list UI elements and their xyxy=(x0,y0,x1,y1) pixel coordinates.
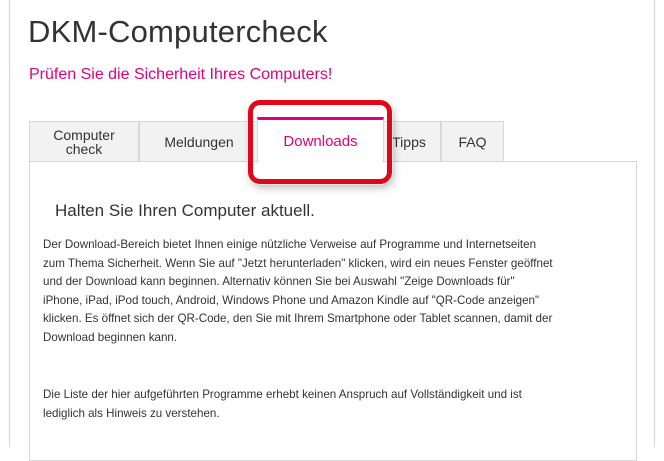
downloads-content: Halten Sie Ihren Computer aktuell. Der D… xyxy=(29,161,637,461)
tab-faq[interactable]: FAQ xyxy=(441,121,504,161)
page-title: DKM-Computercheck xyxy=(28,14,328,49)
tab-tipps[interactable]: Tipps xyxy=(377,121,441,161)
paragraph-line: lediglich als Hinweis zu verstehen. xyxy=(43,406,220,420)
paragraph-line: klicken. Es öffnet sich der QR-Code, den… xyxy=(43,312,553,326)
tab-meldungen[interactable]: Meldungen xyxy=(139,121,259,161)
disclaimer-paragraph: Die Liste der hier aufgeführten Programm… xyxy=(43,386,643,423)
app-panel: DKM-Computercheck Prüfen Sie die Sicherh… xyxy=(9,0,655,461)
content-heading: Halten Sie Ihren Computer aktuell. xyxy=(55,201,315,220)
tab-computer-check[interactable]: Computer check xyxy=(29,121,139,161)
paragraph-line: Download beginnen kann. xyxy=(43,330,178,344)
paragraph-line: Die Liste der hier aufgeführten Programm… xyxy=(43,388,522,401)
paragraph-line: Der Download-Bereich bietet Ihnen einige… xyxy=(43,238,537,251)
paragraph-line: und der Download kann beginnen. Alternat… xyxy=(43,275,515,289)
paragraph-line: zum Thema Sicherheit. Wenn Sie auf "Jetz… xyxy=(43,256,553,270)
paragraph-line: iPhone, iPad, iPod touch, Android, Windo… xyxy=(43,293,540,307)
tab-downloads[interactable]: Downloads xyxy=(257,117,384,163)
intro-paragraph: Der Download-Bereich bietet Ihnen einige… xyxy=(43,236,643,348)
page-subtitle: Prüfen Sie die Sicherheit Ihres Computer… xyxy=(29,66,333,83)
